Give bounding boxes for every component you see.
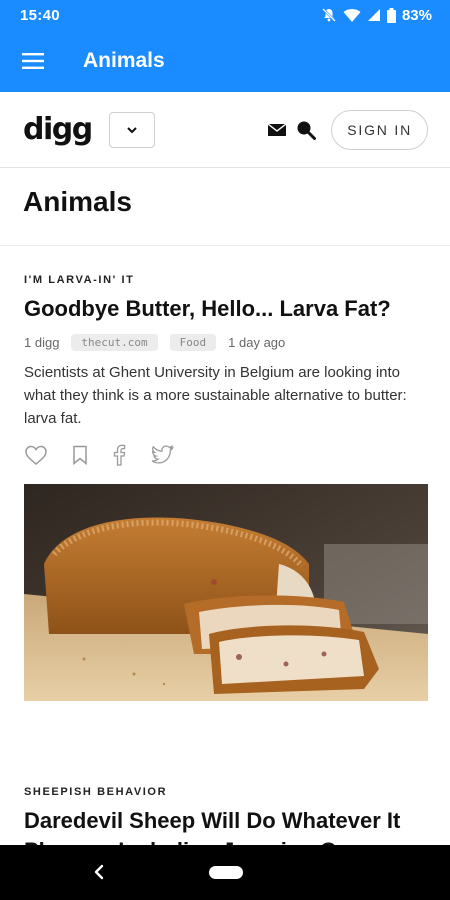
app-bar: Animals bbox=[0, 30, 450, 92]
article-actions bbox=[24, 444, 428, 466]
nav-dropdown-button[interactable] bbox=[108, 111, 155, 148]
sign-in-button[interactable]: SIGN IN bbox=[331, 110, 428, 150]
category-tag[interactable]: Food bbox=[169, 334, 217, 351]
facebook-icon[interactable] bbox=[112, 444, 126, 466]
article-image[interactable] bbox=[24, 484, 428, 701]
status-icons: 83% bbox=[321, 7, 432, 24]
status-time: 15:40 bbox=[20, 6, 60, 24]
system-nav-bar bbox=[0, 845, 450, 900]
chevron-down-icon bbox=[126, 121, 138, 139]
article-card: I'M LARVA-IN' IT Goodbye Butter, Hello..… bbox=[24, 274, 428, 701]
menu-icon[interactable] bbox=[3, 30, 63, 92]
back-icon[interactable] bbox=[92, 863, 106, 886]
status-bar: 15:40 83% bbox=[0, 0, 450, 30]
battery-percent: 83% bbox=[401, 6, 432, 24]
divider bbox=[0, 245, 450, 246]
mute-icon bbox=[321, 7, 337, 23]
wifi-icon bbox=[343, 8, 361, 23]
bookmark-icon[interactable] bbox=[72, 445, 88, 465]
heart-icon[interactable] bbox=[24, 444, 48, 466]
header-actions: SIGN IN bbox=[267, 110, 428, 150]
home-button[interactable] bbox=[209, 866, 243, 879]
article-kicker: SHEEPISH BEHAVIOR bbox=[24, 786, 168, 798]
article-date: 1 day ago bbox=[228, 335, 286, 350]
mail-icon[interactable] bbox=[267, 122, 287, 138]
article-kicker: I'M LARVA-IN' IT bbox=[24, 274, 135, 286]
digg-logo[interactable]: digg bbox=[23, 112, 93, 147]
search-icon[interactable] bbox=[295, 119, 317, 141]
article-excerpt: Scientists at Ghent University in Belgiu… bbox=[24, 364, 407, 427]
battery-icon bbox=[386, 7, 396, 23]
site-header: digg SIGN IN bbox=[0, 92, 450, 168]
digg-count: 1 digg bbox=[24, 335, 60, 350]
source-tag[interactable]: thecut.com bbox=[71, 334, 158, 351]
article-headline[interactable]: Goodbye Butter, Hello... Larva Fat? bbox=[24, 294, 428, 324]
page-title: Animals bbox=[23, 186, 132, 217]
signal-icon bbox=[367, 8, 381, 22]
app-bar-title: Animals bbox=[83, 49, 165, 72]
sign-in-label: SIGN IN bbox=[347, 122, 412, 138]
twitter-icon[interactable] bbox=[150, 445, 174, 465]
article-meta: 1 digg thecut.com Food 1 day ago bbox=[24, 334, 428, 351]
